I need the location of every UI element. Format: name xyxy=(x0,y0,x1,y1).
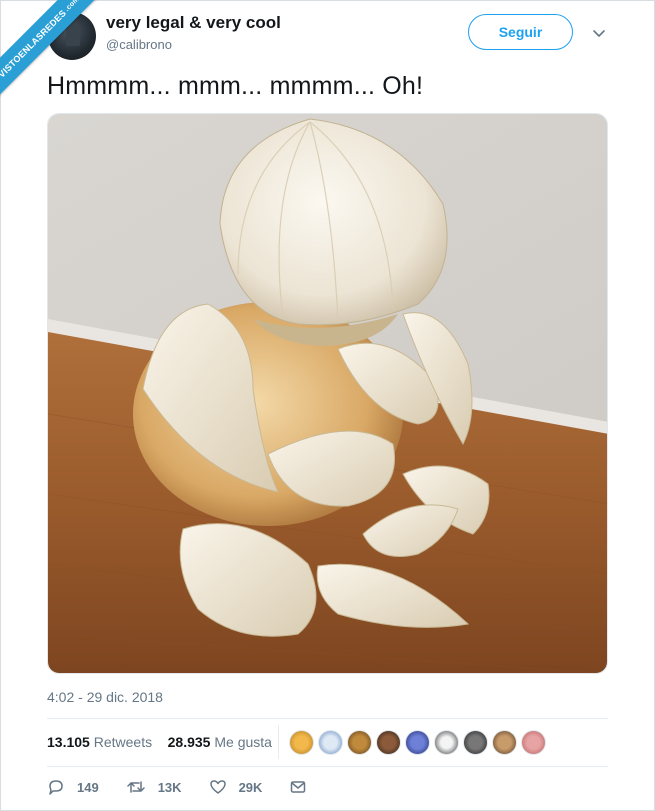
heart-icon xyxy=(209,780,226,794)
like-action-count: 29K xyxy=(238,779,263,795)
liker-avatar[interactable] xyxy=(318,730,343,755)
reply-button[interactable]: 149 xyxy=(47,778,99,796)
chevron-down-icon[interactable] xyxy=(590,24,608,42)
tweet-actions: 149 13K 29K xyxy=(47,778,346,796)
retweet-action-count: 13K xyxy=(157,779,182,795)
like-button[interactable]: 29K xyxy=(209,778,263,796)
envelope-icon xyxy=(291,781,306,793)
liker-avatar[interactable] xyxy=(405,730,430,755)
retweet-count: 13.105 xyxy=(47,734,90,750)
liker-avatar[interactable] xyxy=(347,730,372,755)
retweet-count-link[interactable]: 13.105 Retweets xyxy=(47,734,152,750)
liker-avatar[interactable] xyxy=(289,730,314,755)
liker-avatar[interactable] xyxy=(492,730,517,755)
follow-button[interactable]: Seguir xyxy=(468,14,573,50)
reply-count: 149 xyxy=(77,779,99,795)
retweet-button[interactable]: 13K xyxy=(126,778,182,796)
user-handle[interactable]: @calibrono xyxy=(106,37,172,52)
divider xyxy=(47,718,608,719)
reply-icon xyxy=(49,780,63,795)
garlic-photo-illustration xyxy=(48,114,607,673)
tweet-timestamp[interactable]: 4:02 - 29 dic. 2018 xyxy=(47,689,163,705)
retweet-icon xyxy=(126,781,145,793)
direct-message-button[interactable] xyxy=(289,778,319,796)
like-count-link[interactable]: 28.935 Me gusta xyxy=(168,734,272,750)
retweet-count-label: Retweets xyxy=(93,734,153,750)
engagement-stats: 13.105 Retweets 28.935 Me gusta xyxy=(47,734,272,750)
liker-avatar[interactable] xyxy=(376,730,401,755)
liker-avatar[interactable] xyxy=(434,730,459,755)
like-count: 28.935 xyxy=(167,734,211,750)
liker-avatar[interactable] xyxy=(463,730,488,755)
divider xyxy=(47,766,608,767)
tweet-text: Hmmmm... mmm... mmmm... Oh! xyxy=(47,72,424,100)
tweet-photo[interactable] xyxy=(47,113,608,674)
stats-separator xyxy=(278,725,279,759)
like-count-label: Me gusta xyxy=(214,734,272,750)
liker-avatar[interactable] xyxy=(521,730,546,755)
user-name[interactable]: very legal & very cool xyxy=(106,13,281,33)
liker-avatars xyxy=(289,730,546,756)
watermark-suffix: .com xyxy=(63,0,81,13)
